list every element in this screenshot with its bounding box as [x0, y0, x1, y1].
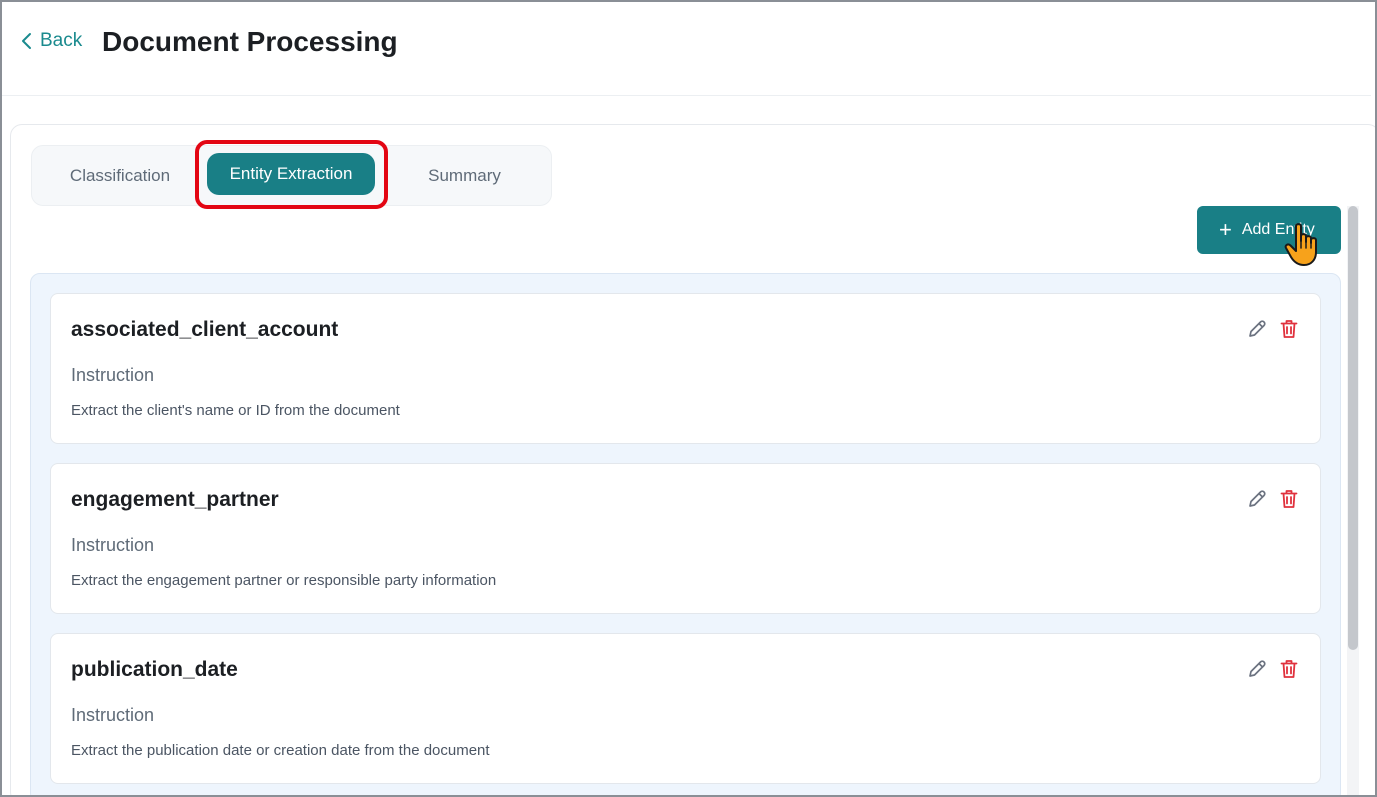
edit-pencil-icon[interactable]: [1246, 318, 1268, 340]
trash-icon[interactable]: [1278, 488, 1300, 510]
back-label: Back: [40, 30, 83, 51]
entity-card: associated_client_account Instruction Ex…: [50, 293, 1321, 444]
entity-name: engagement_partner: [71, 488, 279, 511]
chevron-left-icon: [22, 33, 31, 49]
tab-entity-extraction[interactable]: Entity Extraction: [207, 153, 375, 195]
trash-icon[interactable]: [1278, 658, 1300, 680]
entity-name: publication_date: [71, 658, 238, 681]
instruction-text: Extract the publication date or creation…: [71, 742, 490, 759]
trash-icon[interactable]: [1278, 318, 1300, 340]
plus-icon: +: [1219, 217, 1232, 242]
add-entity-label: Add Entity: [1241, 221, 1315, 238]
tab-summary[interactable]: Summary: [412, 146, 517, 205]
entity-card: publication_date Instruction Extract the…: [50, 633, 1321, 784]
top-bar: Back Document Processing: [2, 2, 1371, 96]
scrollbar-thumb[interactable]: [1348, 206, 1358, 650]
instruction-label: Instruction: [71, 535, 155, 555]
edit-pencil-icon[interactable]: [1246, 658, 1268, 680]
entity-name: associated_client_account: [71, 318, 339, 341]
edit-pencil-icon[interactable]: [1246, 488, 1268, 510]
instruction-label: Instruction: [71, 705, 155, 725]
tab-classification[interactable]: Classification: [50, 146, 190, 205]
page-title: Document Processing: [102, 26, 398, 57]
back-link[interactable]: Back: [20, 30, 82, 52]
instruction-text: Extract the client's name or ID from the…: [71, 402, 400, 419]
entity-card: engagement_partner Instruction Extract t…: [50, 463, 1321, 614]
add-entity-button[interactable]: + Add Entity: [1197, 206, 1341, 254]
instruction-text: Extract the engagement partner or respon…: [71, 572, 497, 589]
instruction-label: Instruction: [71, 365, 155, 385]
